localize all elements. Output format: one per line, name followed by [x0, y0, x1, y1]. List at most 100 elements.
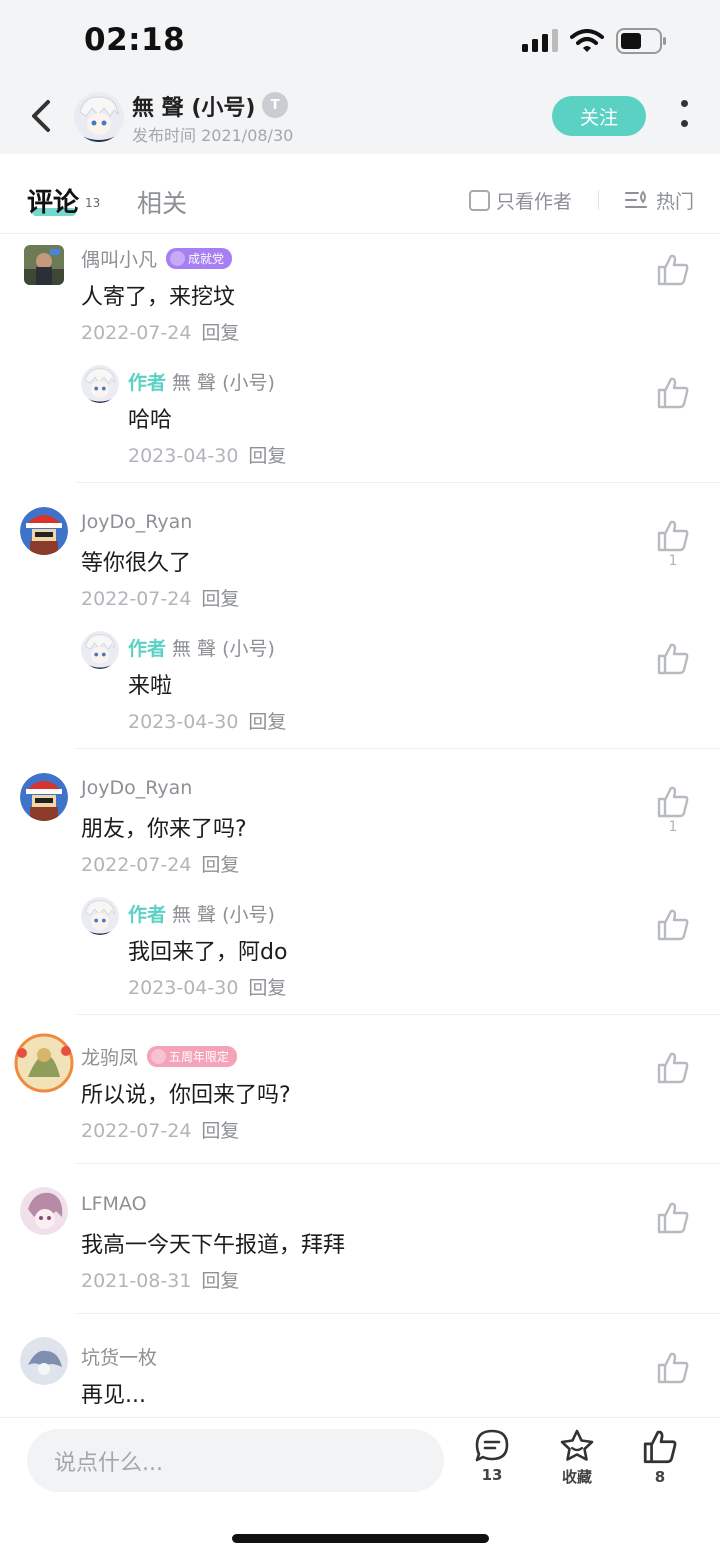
only-author-label: 只看作者: [496, 191, 573, 213]
sort-icon: [625, 190, 647, 208]
comment-username-row: 龙驹凤 五周年限定: [81, 1043, 238, 1070]
divider: [76, 1313, 720, 1314]
author-avatar[interactable]: [74, 92, 124, 142]
status-bar: 02:18: [0, 0, 720, 86]
checkbox-icon[interactable]: [469, 190, 490, 211]
reply-username[interactable]: 無 聲 (小号): [172, 900, 275, 927]
thumb-up-icon[interactable]: [655, 641, 691, 677]
comment-text[interactable]: 再见...: [81, 1377, 146, 1409]
favorite-label: 收藏: [561, 1468, 592, 1486]
thumb-up-icon[interactable]: [655, 375, 691, 411]
reply-meta: 2023-04-30 回复: [128, 441, 286, 468]
favorite-button[interactable]: 收藏: [547, 1428, 607, 1498]
reply-button[interactable]: 回复: [201, 1120, 239, 1142]
divider: [598, 190, 599, 210]
reply-date: 2023-04-30: [128, 445, 239, 467]
author-role-tag: 作者: [128, 638, 167, 660]
author-level-badge: T: [262, 92, 288, 118]
star-icon: [560, 1429, 594, 1461]
comment-username[interactable]: 坑货一枚: [81, 1343, 157, 1370]
user-avatar[interactable]: [20, 1187, 68, 1235]
comment-meta: 2022-07-24 回复: [81, 584, 239, 611]
author-role-tag: 作者: [128, 904, 167, 926]
thumb-up-icon[interactable]: [655, 1200, 691, 1236]
trophy-icon: [170, 251, 186, 266]
comment-text[interactable]: 我高一今天下午报道，拜拜: [81, 1227, 345, 1259]
comment-text[interactable]: 等你很久了: [81, 545, 191, 577]
comment-username[interactable]: 龙驹凤: [81, 1043, 138, 1070]
reply-text[interactable]: 哈哈: [128, 402, 172, 434]
thumb-up-icon[interactable]: [655, 784, 691, 820]
tab-comments[interactable]: 评论: [27, 182, 79, 219]
reply-avatar[interactable]: [81, 631, 119, 669]
user-tag: 成就党: [166, 248, 233, 269]
reply-button[interactable]: 回复: [248, 977, 286, 999]
thumb-up-icon[interactable]: [655, 252, 691, 288]
comment-item: JoyDo_Ryan 等你很久了 2022-07-24 回复 1 作者 無 聲 …: [0, 501, 720, 749]
comment-item: LFMAO 我高一今天下午报道，拜拜 2021-08-31 回复: [0, 1183, 720, 1314]
comment-date: 2022-07-24: [81, 1120, 192, 1142]
comment-date: 2022-07-24: [81, 854, 192, 876]
reply-avatar[interactable]: [81, 897, 119, 935]
like-post-button[interactable]: 8: [630, 1428, 690, 1498]
reply-username-row: 作者 無 聲 (小号): [128, 900, 275, 927]
reply-button[interactable]: 回复: [248, 711, 286, 733]
user-tag-label: 成就党: [188, 252, 225, 266]
comment-text[interactable]: 所以说，你回来了吗?: [81, 1077, 291, 1109]
reply-text[interactable]: 来啦: [128, 668, 172, 700]
divider: [76, 482, 720, 483]
only-author-toggle[interactable]: 只看作者: [469, 187, 572, 214]
comment-input[interactable]: 说点什么...: [27, 1429, 444, 1492]
comment-item: 龙驹凤 五周年限定 所以说，你回来了吗? 2022-07-24 回复: [0, 1033, 720, 1164]
anniversary-icon: [151, 1049, 167, 1064]
reply-button[interactable]: 回复: [201, 854, 239, 876]
reply-button[interactable]: 回复: [248, 445, 286, 467]
author-role-tag: 作者: [128, 372, 167, 394]
thumb-up-icon: [643, 1430, 677, 1464]
follow-button[interactable]: 关注: [552, 96, 646, 136]
comment-username[interactable]: JoyDo_Ryan: [81, 777, 192, 799]
user-avatar[interactable]: [20, 773, 68, 821]
comment-username[interactable]: JoyDo_Ryan: [81, 511, 192, 533]
divider: [76, 748, 720, 749]
comment-button[interactable]: 13: [462, 1428, 522, 1498]
sort-toggle[interactable]: 热门: [624, 187, 694, 214]
home-indicator[interactable]: [232, 1534, 489, 1543]
thumb-up-icon[interactable]: [655, 1050, 691, 1086]
reply-username[interactable]: 無 聲 (小号): [172, 368, 275, 395]
comment-text[interactable]: 朋友，你来了吗?: [81, 811, 247, 843]
comment-username-row: 偶叫小凡 成就党: [81, 245, 233, 272]
more-icon[interactable]: [676, 98, 694, 132]
thumb-up-icon[interactable]: [655, 907, 691, 943]
comment-username-row: LFMAO: [81, 1193, 147, 1215]
user-avatar[interactable]: [20, 507, 68, 555]
comment-text[interactable]: 人寄了，来挖坟: [81, 279, 235, 311]
comment-username[interactable]: LFMAO: [81, 1193, 147, 1215]
back-icon[interactable]: [22, 94, 62, 138]
tab-related[interactable]: 相关: [137, 184, 187, 220]
user-tag-label: 五周年限定: [169, 1050, 230, 1064]
reply-text[interactable]: 我回来了，阿do: [128, 934, 287, 966]
comment-icon: [475, 1429, 509, 1462]
reply-button[interactable]: 回复: [201, 588, 239, 610]
comment-tabs: 评论 13 相关 只看作者 热门: [0, 154, 720, 234]
comment-date: 2022-07-24: [81, 322, 192, 344]
user-avatar[interactable]: [20, 1337, 68, 1385]
reply-meta: 2023-04-30 回复: [128, 973, 286, 1000]
comment-meta: 2021-08-31 回复: [81, 1266, 239, 1293]
user-avatar[interactable]: [14, 1033, 74, 1093]
reply-username[interactable]: 無 聲 (小号): [172, 634, 275, 661]
status-time: 02:18: [84, 22, 186, 58]
author-name[interactable]: 無 聲 (小号): [132, 90, 255, 122]
reply-button[interactable]: 回复: [201, 322, 239, 344]
reply-avatar[interactable]: [81, 365, 119, 403]
user-avatar[interactable]: [24, 245, 64, 285]
comment-meta: 2022-07-24 回复: [81, 850, 239, 877]
comment-item: JoyDo_Ryan 朋友，你来了吗? 2022-07-24 回复 1 作者 無…: [0, 767, 720, 1015]
comment-username[interactable]: 偶叫小凡: [81, 245, 157, 272]
reply-button[interactable]: 回复: [201, 1270, 239, 1292]
thumb-up-icon[interactable]: [655, 1350, 691, 1386]
user-tag: 五周年限定: [147, 1046, 238, 1067]
like-count: 1: [668, 819, 678, 835]
thumb-up-icon[interactable]: [655, 518, 691, 554]
